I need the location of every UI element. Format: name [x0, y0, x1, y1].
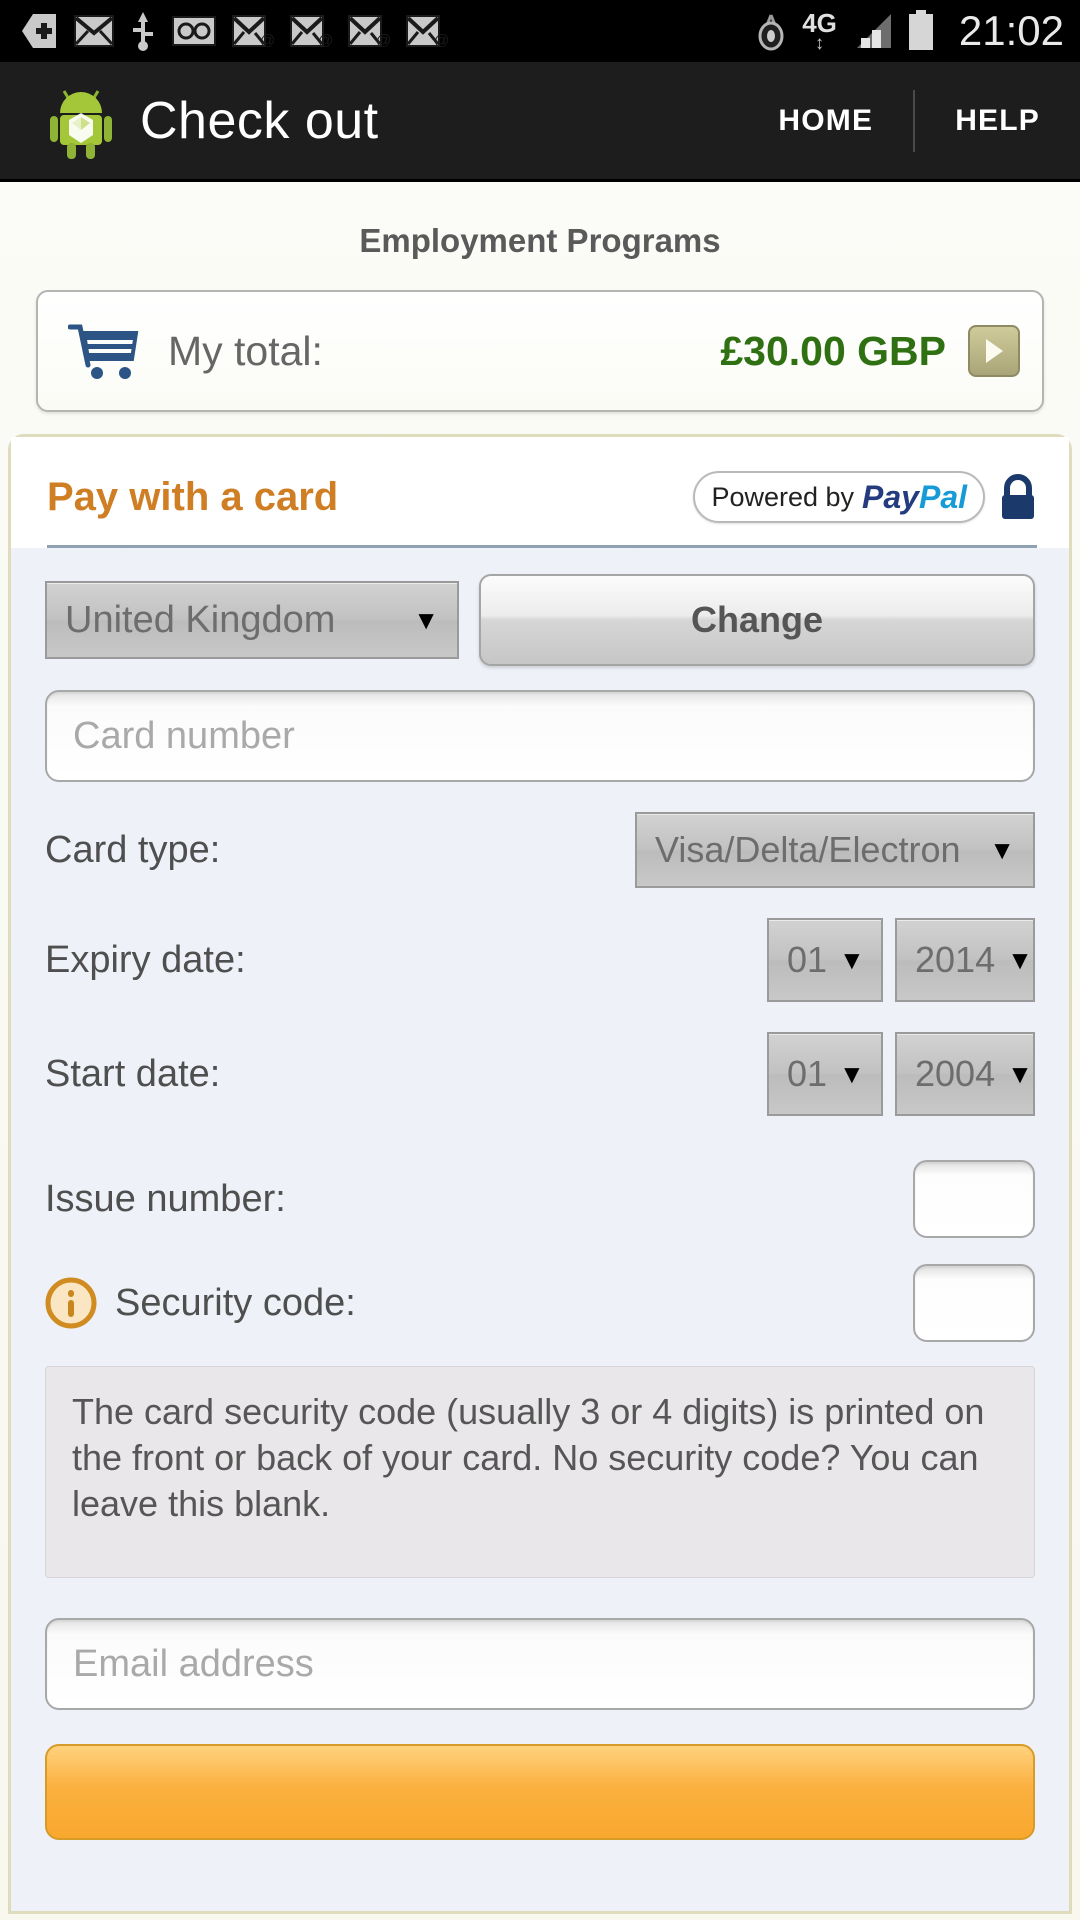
lock-icon — [1002, 474, 1034, 519]
svg-text:@: @ — [376, 32, 390, 47]
email-icon: @ — [348, 15, 390, 47]
card-number-input[interactable]: Card number — [45, 690, 1035, 782]
pay-with-card-heading: Pay with a card — [47, 474, 339, 519]
info-icon[interactable] — [45, 1277, 97, 1329]
country-select[interactable]: United Kingdom ▼ — [45, 581, 459, 659]
android-robot-icon — [50, 89, 112, 159]
security-code-help-text: The card security code (usually 3 or 4 d… — [45, 1366, 1035, 1578]
expiry-month-value: 01 — [787, 939, 828, 980]
svg-text:@: @ — [260, 32, 274, 47]
play-arrow-icon[interactable] — [968, 325, 1020, 377]
submit-button[interactable] — [45, 1744, 1035, 1840]
security-code-input[interactable] — [913, 1264, 1035, 1342]
start-month-value: 01 — [787, 1053, 828, 1094]
card-type-select[interactable]: Visa/Delta/Electron ▼ — [635, 812, 1035, 888]
status-system-icons: 4G ↕ 21:02 — [754, 7, 1064, 55]
chevron-down-icon: ▼ — [1007, 944, 1033, 975]
status-clock: 21:02 — [958, 7, 1064, 54]
start-date-row: Start date: 01 ▼ 2004 ▼ — [45, 1032, 1035, 1116]
chevron-down-icon: ▼ — [989, 834, 1015, 865]
total-section: My total: £30.00 GBP — [0, 260, 1080, 412]
card-form: United Kingdom ▼ Change Card number Card… — [11, 548, 1069, 1840]
expiry-month-select[interactable]: 01 ▼ — [767, 918, 883, 1002]
start-date-label: Start date: — [45, 1052, 221, 1095]
home-button[interactable]: HOME — [738, 90, 913, 152]
page-title: Check out — [140, 91, 379, 150]
email-icon: @ — [232, 15, 274, 47]
issue-number-row: Issue number: — [45, 1160, 1035, 1238]
battery-icon — [908, 10, 933, 50]
expiry-date-row: Expiry date: 01 ▼ 2014 ▼ — [45, 918, 1035, 1002]
powered-by-paypal-badge: Powered by Pay Pal — [693, 471, 985, 523]
eye-icon — [758, 14, 784, 51]
issue-number-label: Issue number: — [45, 1177, 286, 1220]
signal-icon — [856, 14, 891, 48]
expiry-date-label: Expiry date: — [45, 938, 246, 981]
start-month-select[interactable]: 01 ▼ — [767, 1032, 883, 1116]
issue-number-input[interactable] — [913, 1160, 1035, 1238]
chevron-down-icon: ▼ — [413, 604, 439, 635]
powered-by-label: Powered by — [711, 481, 855, 512]
data-arrows-icon: ↕ — [814, 32, 825, 54]
help-button[interactable]: HELP — [915, 90, 1080, 152]
card-number-placeholder: Card number — [73, 714, 295, 757]
usb-icon — [133, 12, 153, 51]
card-type-value: Visa/Delta/Electron — [655, 829, 961, 870]
voicemail-icon — [172, 16, 216, 46]
status-notification-icons: @ @ @ @ — [22, 10, 754, 52]
svg-text:@: @ — [318, 32, 332, 47]
chevron-down-icon: ▼ — [839, 944, 865, 975]
total-label: My total: — [168, 327, 323, 374]
start-year-select[interactable]: 2004 ▼ — [895, 1032, 1035, 1116]
paypal-logo-pay: Pay — [862, 478, 919, 515]
security-code-label: Security code: — [115, 1281, 356, 1324]
paypal-logo-pal: Pal — [918, 478, 967, 515]
security-code-row: Security code: — [45, 1264, 1035, 1342]
country-value: United Kingdom — [65, 598, 336, 641]
action-bar-buttons: HOME HELP — [738, 62, 1080, 179]
android-status-bar: @ @ @ @ 4G ↕ 21:02 — [0, 0, 1080, 62]
email-icon: @ — [290, 15, 332, 47]
expiry-year-select[interactable]: 2014 ▼ — [895, 918, 1035, 1002]
network-4g-icon: 4G ↕ — [802, 10, 837, 53]
pay-with-card-panel: Pay with a card Powered by Pay Pal United… — [8, 434, 1072, 1914]
expiry-selects: 01 ▼ 2014 ▼ — [767, 918, 1035, 1002]
chevron-down-icon: ▼ — [1007, 1058, 1033, 1089]
change-button[interactable]: Change — [479, 574, 1035, 666]
email-icon: @ — [406, 15, 448, 47]
email-placeholder: Email address — [73, 1642, 314, 1685]
card-type-row: Card type: Visa/Delta/Electron ▼ — [45, 812, 1035, 888]
checkout-page: Employment Programs My total: £30.00 GBP — [0, 182, 1080, 1920]
svg-text:@: @ — [434, 32, 448, 47]
network-label: 4G — [802, 7, 837, 38]
chevron-down-icon: ▼ — [839, 1058, 865, 1089]
email-input[interactable]: Email address — [45, 1618, 1035, 1710]
app-action-bar: Check out HOME HELP — [0, 62, 1080, 182]
merchant-title: Employment Programs — [359, 222, 721, 259]
total-amount: £30.00 GBP — [720, 327, 946, 374]
start-year-value: 2004 — [915, 1053, 996, 1094]
expiry-year-value: 2014 — [915, 939, 996, 980]
card-type-label: Card type: — [45, 828, 221, 871]
shopping-cart-icon — [68, 324, 139, 379]
add-call-icon — [22, 14, 56, 48]
panel-header: Pay with a card Powered by Pay Pal — [11, 437, 1069, 523]
start-selects: 01 ▼ 2004 ▼ — [767, 1032, 1035, 1116]
message-icon — [74, 15, 114, 47]
arrow-glyph — [986, 339, 1003, 363]
country-row: United Kingdom ▼ Change — [45, 574, 1035, 666]
total-card[interactable]: My total: £30.00 GBP — [36, 290, 1044, 412]
